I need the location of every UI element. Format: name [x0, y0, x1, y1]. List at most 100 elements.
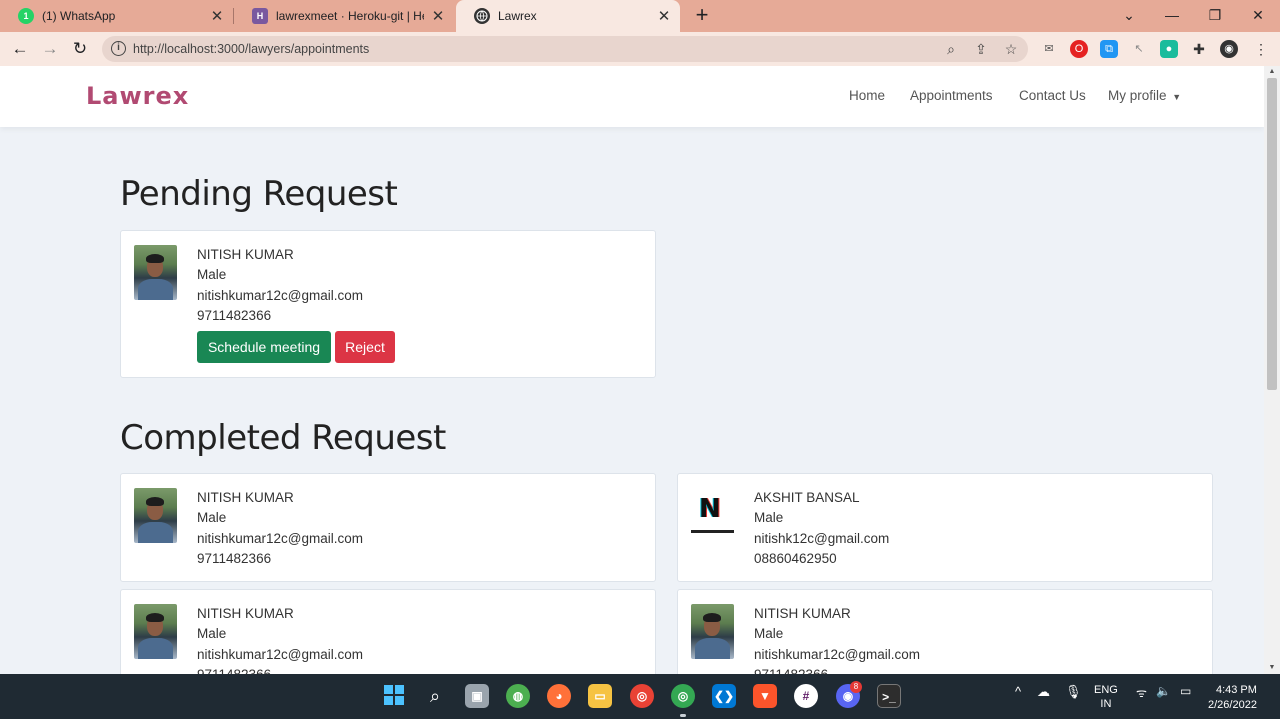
- windows-taskbar: ⌕ ▣ ◍ ◕ ▭ ◎ ◎ ❮❯ ▼ # ◉ 8 >_ ^ ☁ 🎙 ENG IN…: [0, 674, 1280, 719]
- language-indicator[interactable]: ENG IN: [1094, 683, 1118, 711]
- client-name: AKSHIT BANSAL: [754, 490, 860, 505]
- restore-button[interactable]: ❐: [1193, 0, 1237, 32]
- client-email: nitishkumar12c@gmail.com: [754, 646, 921, 662]
- tab-heroku[interactable]: H lawrexmeet · Heroku-git | Heroku ✕: [234, 0, 454, 32]
- tab-whatsapp[interactable]: 1 (1) WhatsApp ✕: [0, 0, 233, 32]
- site-info-icon[interactable]: i: [111, 41, 126, 56]
- scroll-down-icon[interactable]: ▼: [1264, 662, 1280, 674]
- opera-extension-icon[interactable]: O: [1070, 40, 1088, 58]
- client-email: nitishkumar12c@gmail.com: [197, 646, 364, 662]
- reject-button[interactable]: Reject: [335, 331, 395, 363]
- extensions-puzzle-icon[interactable]: ✚: [1190, 40, 1208, 58]
- windows-start-icon[interactable]: [382, 684, 406, 708]
- profile-avatar-icon[interactable]: ◉: [1220, 40, 1238, 58]
- new-tab-button[interactable]: +: [690, 4, 714, 28]
- active-app-indicator: [680, 714, 686, 717]
- completed-request-card: NITISH KUMAR Male nitishkumar12c@gmail.c…: [120, 473, 656, 582]
- bookmark-star-icon[interactable]: ☆: [1002, 40, 1020, 58]
- nav-my-profile[interactable]: My profile ▼: [1108, 88, 1181, 103]
- heroku-icon: H: [252, 8, 268, 24]
- completed-title: Completed Request: [120, 418, 446, 458]
- client-gender: Male: [754, 626, 784, 642]
- chrome-profile-icon[interactable]: ◍: [506, 684, 530, 708]
- clock-date: 2/26/2022: [1208, 699, 1257, 711]
- file-explorer-icon[interactable]: ▭: [588, 684, 612, 708]
- tab-search-icon[interactable]: ⌄: [1107, 0, 1151, 32]
- nav-appointments[interactable]: Appointments: [910, 88, 993, 103]
- onedrive-icon[interactable]: ☁: [1037, 684, 1050, 700]
- close-icon[interactable]: ✕: [430, 7, 446, 25]
- nav-home[interactable]: Home: [849, 88, 885, 103]
- client-gender: Male: [197, 267, 227, 283]
- chrome-icon[interactable]: ◎: [630, 684, 654, 708]
- brand-logo[interactable]: Lawrex: [86, 82, 189, 110]
- nav-contact[interactable]: Contact Us: [1019, 88, 1086, 103]
- minimize-button[interactable]: —: [1150, 0, 1194, 32]
- brave-icon[interactable]: ▼: [753, 684, 777, 708]
- firefox-icon[interactable]: ◕: [547, 684, 571, 708]
- zoom-icon[interactable]: ⌕: [942, 40, 960, 58]
- close-icon[interactable]: ✕: [209, 7, 225, 25]
- tab-label: Lawrex: [498, 9, 537, 23]
- wifi-icon[interactable]: ᯤ: [1136, 684, 1147, 701]
- vscode-icon[interactable]: ❮❯: [712, 684, 736, 708]
- microphone-icon[interactable]: 🎙: [1065, 684, 1082, 700]
- n-logo-avatar: N: [691, 494, 734, 534]
- client-phone: 9711482366: [754, 665, 920, 674]
- mail-extension-icon[interactable]: ✉: [1040, 40, 1058, 58]
- tray-chevron-icon[interactable]: ^: [1015, 684, 1021, 699]
- back-icon[interactable]: ←: [9, 38, 31, 60]
- forward-icon[interactable]: →: [39, 38, 61, 60]
- user-photo-avatar: [134, 604, 177, 659]
- tab-label: (1) WhatsApp: [42, 9, 116, 23]
- reload-icon[interactable]: ↻: [69, 38, 91, 60]
- cursor-extension-icon[interactable]: ↖: [1130, 40, 1148, 58]
- discord-notification-badge: 8: [850, 681, 862, 693]
- pending-request-card: NITISH KUMAR Male nitishkumar12c@gmail.c…: [120, 230, 656, 378]
- slack-icon[interactable]: #: [794, 684, 818, 708]
- request-info: NITISH KUMAR Male nitishkumar12c@gmail.c…: [197, 245, 363, 327]
- close-icon[interactable]: ✕: [656, 7, 672, 25]
- schedule-meeting-button[interactable]: Schedule meeting: [197, 331, 331, 363]
- client-phone: 9711482366: [197, 665, 363, 674]
- page-scrollbar[interactable]: ▲ ▼: [1264, 66, 1280, 674]
- client-gender: Male: [754, 510, 784, 526]
- client-name: NITISH KUMAR: [197, 606, 294, 621]
- completed-request-card: N AKSHIT BANSAL Male nitishk12c@gmail.co…: [677, 473, 1213, 582]
- user-photo-avatar: [134, 488, 177, 543]
- nav-my-profile-label: My profile: [1108, 88, 1167, 103]
- clock-time: 4:43 PM: [1215, 684, 1257, 696]
- chrome-active-icon[interactable]: ◎: [671, 684, 695, 708]
- whatsapp-icon: 1: [18, 8, 34, 24]
- tab-lawrex[interactable]: Lawrex ✕: [456, 0, 680, 32]
- client-email: nitishkumar12c@gmail.com: [197, 530, 364, 546]
- url-text: http://localhost:3000/lawyers/appointmen…: [133, 42, 370, 56]
- browser-tab-bar: 1 (1) WhatsApp ✕ H lawrexmeet · Heroku-g…: [0, 0, 1280, 32]
- close-window-button[interactable]: ✕: [1236, 0, 1280, 32]
- request-info: AKSHIT BANSAL Male nitishk12c@gmail.com …: [754, 488, 889, 570]
- tab-label: lawrexmeet · Heroku-git | Heroku: [276, 9, 424, 23]
- caret-down-icon: ▼: [1172, 92, 1182, 102]
- completed-request-card: NITISH KUMAR Male nitishkumar12c@gmail.c…: [677, 589, 1213, 674]
- teal-extension-icon[interactable]: ●: [1160, 40, 1178, 58]
- clock[interactable]: 4:43 PM 2/26/2022: [1208, 683, 1257, 713]
- volume-icon[interactable]: 🔈: [1156, 684, 1171, 698]
- task-view-icon[interactable]: ▣: [465, 684, 489, 708]
- client-gender: Male: [197, 510, 227, 526]
- share-icon[interactable]: ⇪: [972, 40, 990, 58]
- scrollbar-thumb[interactable]: [1267, 78, 1277, 390]
- region-label: IN: [1100, 698, 1112, 710]
- battery-icon[interactable]: ▭: [1180, 684, 1191, 698]
- client-name: NITISH KUMAR: [197, 490, 294, 505]
- terminal-icon[interactable]: >_: [877, 684, 901, 708]
- globe-icon: [474, 8, 490, 24]
- address-bar[interactable]: i http://localhost:3000/lawyers/appointm…: [102, 36, 1028, 62]
- scroll-up-icon[interactable]: ▲: [1264, 66, 1280, 78]
- page-viewport: Lawrex Home Appointments Contact Us My p…: [0, 66, 1264, 674]
- copy-extension-icon[interactable]: ⧉: [1100, 40, 1118, 58]
- menu-kebab-icon[interactable]: ⋮: [1252, 40, 1270, 58]
- search-icon[interactable]: ⌕: [423, 684, 447, 708]
- client-name: NITISH KUMAR: [754, 606, 851, 621]
- client-gender: Male: [197, 626, 227, 642]
- user-photo-avatar: [134, 245, 177, 300]
